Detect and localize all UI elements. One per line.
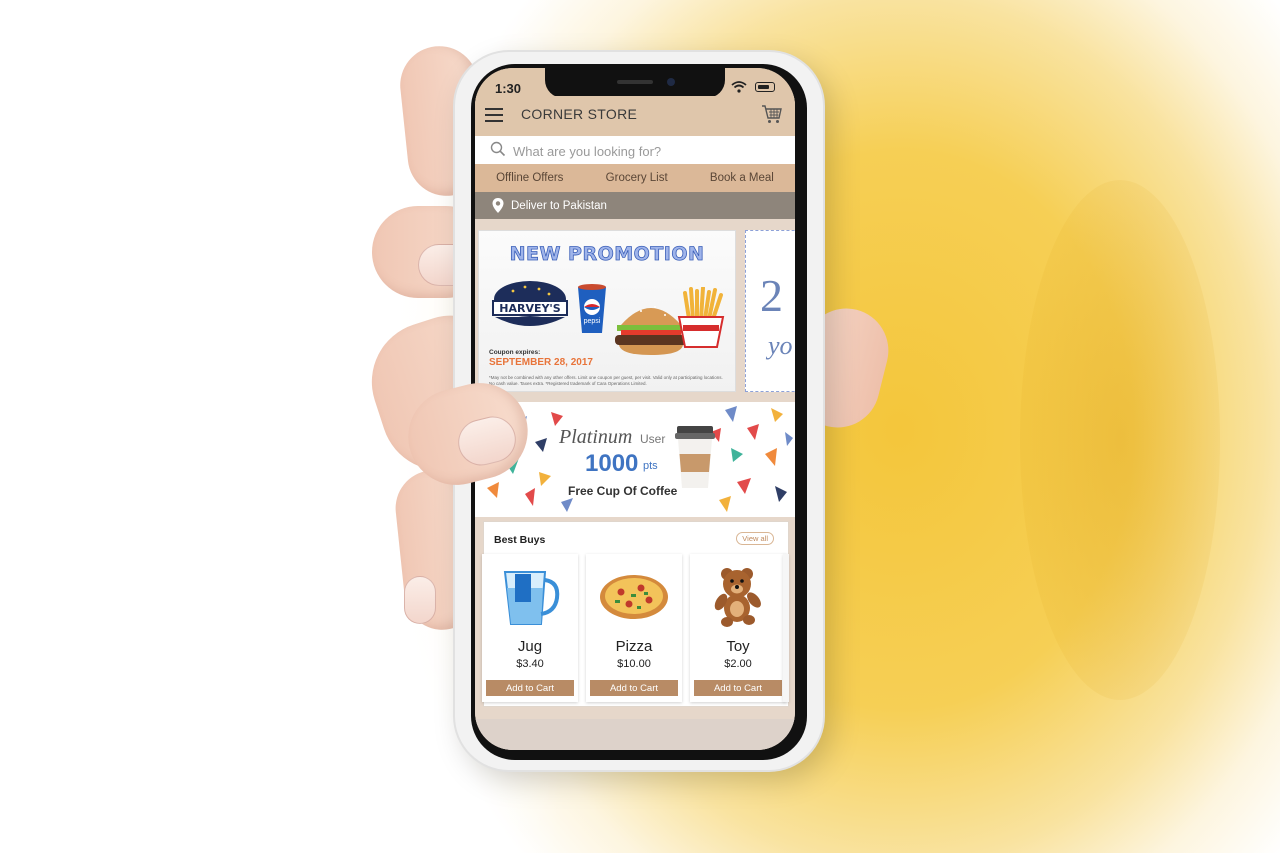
platinum-offer: Free Cup Of Coffee (568, 484, 678, 498)
hand-nail (404, 576, 436, 624)
product-price: $2.00 (724, 658, 752, 670)
battery-icon (755, 82, 775, 92)
next-product-card-edge[interactable] (783, 554, 789, 702)
delivery-location-label: Deliver to Pakistan (511, 200, 607, 212)
cart-icon[interactable] (761, 103, 783, 125)
camera-dot (667, 78, 675, 86)
next-promotion-text: yo (768, 331, 793, 360)
add-to-cart-button[interactable]: Add to Cart (694, 680, 782, 696)
best-buys-section: Best Buys View all Jug $3.40 Add to Cart (482, 521, 789, 707)
add-to-cart-button[interactable]: Add to Cart (590, 680, 678, 696)
search-bar (475, 136, 795, 164)
hamburger-menu-icon[interactable] (485, 108, 503, 122)
product-name: Pizza (615, 638, 653, 655)
next-promotion-banner[interactable]: 2 yo (745, 230, 795, 392)
best-buys-title: Best Buys (494, 534, 546, 546)
phone-notch (545, 68, 725, 98)
app-bar: CORNER STORE (475, 96, 795, 136)
harveys-logo-icon: HARVEY'S (492, 281, 568, 326)
cup-brand: pepsi (584, 318, 601, 325)
platinum-user-label: User (640, 432, 666, 446)
coupon-expires-date: SEPTEMBER 28, 2017 (489, 357, 593, 368)
location-pin-icon (492, 198, 504, 213)
pepsi-cup-icon: pepsi (578, 284, 606, 333)
platinum-label: Platinum (559, 426, 633, 448)
search-input[interactable] (511, 140, 785, 162)
status-time: 1:30 (495, 81, 522, 96)
speaker-grill (617, 80, 653, 84)
promotion-title: NEW PROMOTION (509, 243, 705, 266)
coupon-expires-label: Coupon expires: (489, 349, 541, 356)
tab-book-a-meal[interactable]: Book a Meal (710, 172, 774, 184)
product-name: Jug (517, 638, 543, 655)
add-to-cart-button[interactable]: Add to Cart (486, 680, 574, 696)
points-value: 1000 (585, 450, 639, 477)
next-promotion-number: 2 (760, 270, 783, 321)
harveys-brand: HARVEY'S (499, 302, 561, 315)
phone-screen: 1:30 CORNER STORE Offline (475, 68, 795, 750)
wifi-icon (731, 81, 747, 93)
delivery-location-bar[interactable]: Deliver to Pakistan (475, 192, 795, 219)
view-all-link[interactable]: View all (736, 532, 774, 545)
product-card-toy[interactable]: Toy $2.00 Add to Cart (690, 554, 786, 702)
background-fold (1020, 180, 1220, 700)
tab-offline-offers[interactable]: Offline Offers (496, 172, 563, 184)
product-price: $3.40 (516, 658, 544, 670)
teddy-bear-icon (714, 568, 761, 627)
home-content: NEW PROMOTION HARVEY'S pepsi Coupon expi… (475, 219, 795, 750)
search-icon (490, 141, 506, 157)
promotion-banner[interactable]: NEW PROMOTION HARVEY'S pepsi Coupon expi… (478, 230, 736, 392)
app-title: CORNER STORE (521, 106, 638, 122)
bottom-spacer (475, 719, 795, 750)
status-icons (731, 81, 775, 93)
category-tabs: Offline Offers Grocery List Book a Meal (475, 164, 795, 192)
points-unit: pts (643, 460, 658, 472)
product-name: Toy (726, 638, 750, 655)
jug-icon (503, 571, 560, 625)
tab-grocery-list[interactable]: Grocery List (606, 172, 668, 184)
coffee-cup-icon (675, 426, 715, 488)
product-price: $10.00 (617, 658, 651, 670)
pizza-icon (600, 575, 668, 619)
fries-icon (677, 287, 725, 348)
coupon-fineprint: *May not be combined with any other offe… (489, 375, 723, 386)
product-card-jug[interactable]: Jug $3.40 Add to Cart (482, 554, 578, 702)
product-card-pizza[interactable]: Pizza $10.00 Add to Cart (586, 554, 682, 702)
